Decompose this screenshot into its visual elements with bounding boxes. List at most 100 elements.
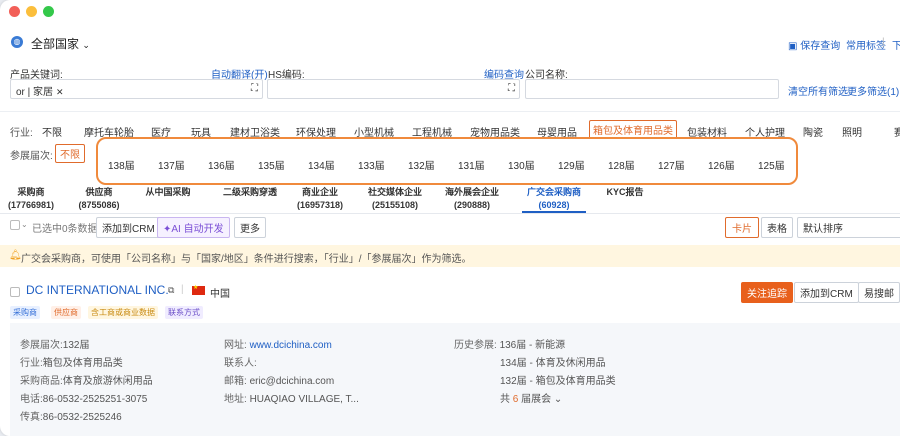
row-checkbox[interactable] bbox=[10, 287, 20, 297]
more-button[interactable]: 更多 bbox=[234, 217, 266, 238]
tab-label: 采购商 bbox=[17, 187, 45, 197]
industry-item[interactable]: 赛 bbox=[894, 124, 900, 139]
divider bbox=[0, 111, 900, 112]
tab-kyc[interactable]: KYC报告 bbox=[600, 186, 650, 199]
close-window-dot[interactable] bbox=[9, 6, 20, 17]
copy-icon[interactable]: ⧉ bbox=[168, 285, 174, 296]
save-icon: ▣ bbox=[788, 41, 798, 52]
tab-count: (17766981) bbox=[7, 200, 55, 210]
fax-field: 传真:86-0532-2525246 bbox=[20, 408, 122, 423]
tab-label: 商业企业 bbox=[301, 187, 338, 197]
select-all-checkbox[interactable] bbox=[10, 220, 20, 230]
field-value: 箱包及体育用品类 bbox=[42, 358, 123, 369]
add-to-crm-button[interactable]: 添加到CRM bbox=[96, 217, 161, 238]
tab-label: 广交会采购商 bbox=[526, 187, 581, 197]
industry-field: 行业:箱包及体育用品类 bbox=[20, 354, 123, 369]
chevron-down-icon: ⌄ bbox=[82, 40, 90, 50]
keyword-tag: or | 家居 ✕ bbox=[16, 83, 64, 98]
product-keyword-input[interactable]: or | 家居 ✕ ⛶ bbox=[10, 79, 263, 99]
easy-search-button[interactable]: 易搜邮 bbox=[858, 282, 900, 303]
company-name-input[interactable] bbox=[525, 79, 779, 99]
industry-item[interactable]: 照明 bbox=[842, 124, 862, 139]
hs-code-input[interactable]: ⛶ bbox=[267, 79, 520, 99]
region-select[interactable]: 全部国家 ⌄ bbox=[31, 35, 90, 52]
field-label: 联系人: bbox=[224, 358, 257, 369]
tab-count: (25155108) bbox=[371, 200, 419, 210]
field-label: 传真: bbox=[20, 412, 43, 423]
minimize-window-dot[interactable] bbox=[26, 6, 37, 17]
session-field: 参展届次:132届 bbox=[20, 336, 89, 351]
tab-overseas-expo[interactable]: 海外展会企业 (290888) bbox=[442, 186, 502, 212]
field-value: 体育及旅游休闲用品 bbox=[62, 376, 153, 387]
globe-icon: ◍ bbox=[11, 36, 23, 48]
chevron-down-icon: ⌄ bbox=[553, 394, 563, 405]
expand-icon[interactable]: ⛶ bbox=[508, 83, 515, 94]
field-label: 参展届次: bbox=[20, 340, 63, 351]
notice-text: 广交会采购商，可使用「公司名称」与「国家/地区」条件进行搜索，「行业」/「参展届… bbox=[21, 254, 472, 265]
tab-suppliers[interactable]: 供应商 (8755086) bbox=[72, 186, 126, 212]
field-value: HUAQIAO VILLAGE, T... bbox=[249, 394, 359, 405]
address-field: 地址: HUAQIAO VILLAGE, T... bbox=[224, 390, 359, 405]
company-country: 中国 bbox=[210, 289, 230, 300]
card-view-button[interactable]: 卡片 bbox=[725, 217, 759, 238]
field-label: 电话: bbox=[20, 394, 43, 405]
email-field: 邮箱: eric@dcichina.com bbox=[224, 372, 334, 387]
field-value: eric@dcichina.com bbox=[249, 376, 335, 387]
tab-social[interactable]: 社交媒体企业 (25155108) bbox=[362, 186, 428, 212]
tab-count: (16957318) bbox=[296, 200, 344, 210]
divider bbox=[0, 213, 900, 214]
tag-contact: 联系方式 bbox=[165, 306, 203, 319]
history-item: 132届 - 箱包及体育用品类 bbox=[500, 376, 616, 387]
company-name-link[interactable]: DC INTERNATIONAL INC. bbox=[26, 283, 169, 297]
table-view-button[interactable]: 表格 bbox=[761, 217, 793, 238]
history-field: 历史参展: 136届 - 新能源 bbox=[454, 336, 565, 351]
goods-field: 采购商品:体育及旅游休闲用品 bbox=[20, 372, 153, 387]
tab-count: (290888) bbox=[453, 200, 491, 210]
chevron-down-icon[interactable]: ⌄ bbox=[21, 220, 28, 229]
tab-count: (8755086) bbox=[78, 200, 120, 210]
tab-label: 社交媒体企业 bbox=[367, 187, 422, 197]
follow-button[interactable]: 关注追踪 bbox=[741, 282, 793, 303]
industry-item[interactable]: 不限 bbox=[42, 124, 62, 139]
tab-commercial[interactable]: 商业企业 (16957318) bbox=[290, 186, 350, 212]
tag-business-data: 含工商或商业数据 bbox=[88, 306, 158, 319]
total-count: 6 bbox=[512, 394, 519, 405]
website-link[interactable]: www.dcichina.com bbox=[250, 340, 332, 351]
ai-develop-button[interactable]: ✦AI 自动开发 bbox=[157, 217, 230, 238]
session-any-button[interactable]: 不限 bbox=[55, 144, 85, 163]
history-total[interactable]: 共 6 届展会 ⌄ bbox=[500, 390, 562, 405]
common-tags-button[interactable]: 常用标签 bbox=[846, 37, 886, 52]
tag-supplier: 供应商 bbox=[51, 306, 81, 319]
session-label: 参展届次: bbox=[10, 151, 53, 162]
save-query-label: 保存查询 bbox=[800, 41, 841, 52]
field-label: 地址: bbox=[224, 394, 247, 405]
tab-label: 海外展会企业 bbox=[444, 187, 499, 197]
clear-filters-button[interactable]: 清空所有筛选 bbox=[788, 83, 848, 98]
tab-china-sourcing[interactable]: 从中国采购 bbox=[140, 186, 196, 199]
selected-count: 已选中0条数据 bbox=[32, 224, 98, 235]
separator: | bbox=[181, 284, 184, 295]
header-separator: | bbox=[882, 37, 885, 48]
bell-icon: 🔔︎ bbox=[9, 250, 22, 261]
industry-label: 行业: bbox=[10, 128, 33, 139]
tab-label: 从中国采购 bbox=[145, 187, 191, 197]
tab-label: 二级采购穿透 bbox=[222, 187, 277, 197]
tab-canton-fair[interactable]: 广交会采购商 (60928) bbox=[522, 186, 586, 213]
add-to-crm-button[interactable]: 添加到CRM bbox=[794, 282, 859, 303]
save-query-button[interactable]: ▣ 保存查询 bbox=[788, 37, 840, 52]
header-more-button[interactable]: 下 bbox=[892, 37, 900, 52]
industry-item[interactable]: 陶瓷 bbox=[803, 124, 823, 139]
tab-buyers[interactable]: 采购商 (17766981) bbox=[4, 186, 58, 212]
field-value: 86-0532-2525246 bbox=[42, 412, 122, 423]
tab-label: 供应商 bbox=[85, 187, 113, 197]
expand-icon[interactable]: ⛶ bbox=[251, 83, 258, 94]
total-prefix: 共 bbox=[500, 394, 510, 405]
maximize-window-dot[interactable] bbox=[43, 6, 54, 17]
history-item: 134届 - 体育及休闲用品 bbox=[500, 358, 606, 369]
tab-secondary-sourcing[interactable]: 二级采购穿透 bbox=[212, 186, 288, 199]
sort-select[interactable]: 默认排序 bbox=[797, 217, 900, 238]
field-value: 132届 bbox=[62, 340, 90, 351]
close-icon[interactable]: ✕ bbox=[56, 87, 64, 97]
more-filters-button[interactable]: 更多筛选(1) bbox=[847, 83, 899, 98]
tab-label: KYC报告 bbox=[606, 187, 644, 197]
